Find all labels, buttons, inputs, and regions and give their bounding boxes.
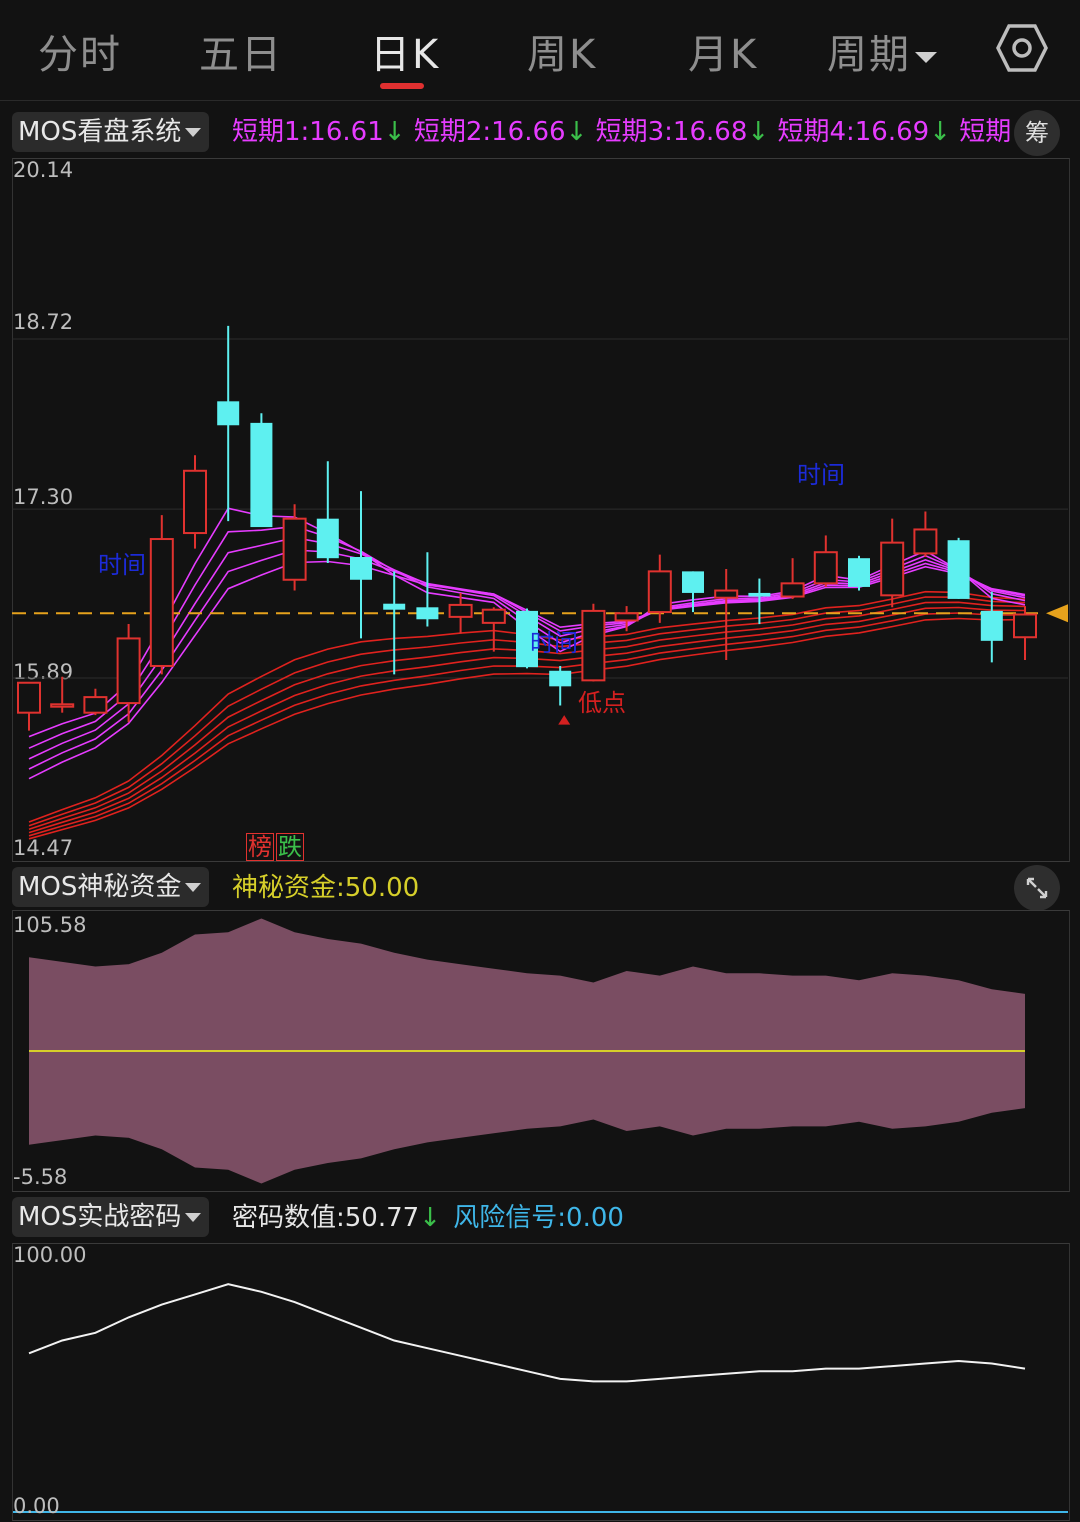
ranking-badge[interactable]: 榜 bbox=[246, 833, 274, 861]
candle-body-down bbox=[848, 558, 870, 587]
candle-body-up bbox=[880, 541, 905, 597]
candle-body-down bbox=[250, 422, 273, 528]
candle-body-up bbox=[481, 608, 506, 624]
candle-body-up bbox=[647, 570, 672, 614]
candle-body-up bbox=[1013, 613, 1037, 639]
annotation-time-1: 时间 bbox=[98, 551, 146, 579]
candle-body-down bbox=[947, 540, 970, 599]
fund-legend: 神秘资金:50.00 bbox=[232, 873, 420, 903]
fund-indicator-selector[interactable]: MOS神秘资金 bbox=[12, 867, 210, 907]
candle-body-down bbox=[350, 557, 372, 580]
candle-body-up bbox=[116, 637, 141, 705]
annotation-time-3: 时间 bbox=[797, 461, 845, 489]
candle-body-up bbox=[183, 469, 207, 535]
annotation-time-2: 时间 bbox=[530, 629, 578, 657]
code-y-max: 100.00 bbox=[13, 1243, 87, 1267]
code-value-text: 密码数值:50.77 bbox=[232, 1203, 420, 1233]
low-point-marker bbox=[558, 715, 571, 725]
candle-body-up bbox=[17, 681, 41, 714]
fund-panel bbox=[12, 910, 1070, 1192]
code-indicator-selector[interactable]: MOS实战密码 bbox=[12, 1197, 210, 1237]
fund-y-min: -5.58 bbox=[13, 1165, 68, 1189]
candle-body-up bbox=[780, 582, 805, 598]
fund-y-max: 105.58 bbox=[13, 913, 87, 937]
candle-body-down bbox=[316, 518, 339, 559]
dropdown-triangle-icon bbox=[185, 883, 202, 892]
candle-body-up bbox=[714, 589, 739, 599]
candle-body-down bbox=[217, 401, 240, 426]
candle-body-down bbox=[980, 610, 1003, 641]
annotation-low-point: 低点 bbox=[578, 689, 626, 717]
candle-body-up bbox=[913, 528, 938, 555]
dropdown-triangle-icon bbox=[185, 1213, 202, 1222]
candle-body-up bbox=[813, 551, 838, 585]
fund-indicator-label: MOS神秘资金 bbox=[18, 872, 182, 902]
candle-body-up bbox=[83, 696, 108, 714]
candle-body-down bbox=[549, 670, 572, 687]
fall-badge[interactable]: 跌 bbox=[276, 833, 304, 861]
candle-body-up bbox=[149, 538, 174, 667]
risk-signal-text: 风险信号:0.00 bbox=[453, 1203, 624, 1233]
code-value-arrow: ↓ bbox=[419, 1203, 441, 1233]
code-y-min: 0.00 bbox=[13, 1494, 60, 1518]
expand-icon[interactable] bbox=[1014, 865, 1060, 911]
candle-body-up bbox=[448, 603, 473, 618]
candle-body-up bbox=[581, 609, 606, 682]
candle-body-up bbox=[50, 703, 75, 708]
expand-arrows-icon bbox=[1026, 877, 1048, 899]
code-legend: 密码数值:50.77↓ 风险信号:0.00 bbox=[232, 1198, 624, 1238]
candle-body-up bbox=[614, 612, 639, 622]
candle-body-down bbox=[748, 592, 771, 597]
current-price-marker bbox=[1046, 604, 1068, 623]
code-indicator-label: MOS实战密码 bbox=[18, 1202, 182, 1232]
candle-body-down bbox=[383, 603, 406, 610]
candle-body-up bbox=[282, 517, 307, 581]
candle-body-down bbox=[416, 607, 439, 620]
code-panel bbox=[12, 1243, 1070, 1521]
candle-body-down bbox=[682, 571, 704, 593]
